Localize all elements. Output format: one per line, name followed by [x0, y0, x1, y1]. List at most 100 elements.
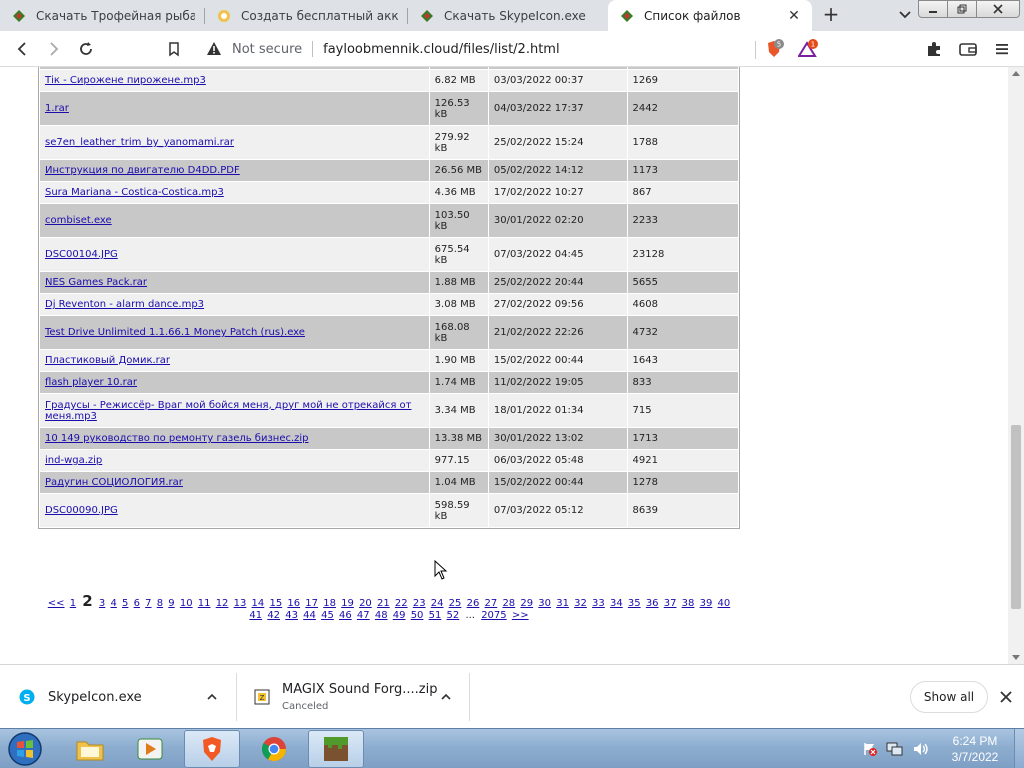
pager-page-link[interactable]: 9	[168, 598, 174, 609]
pager-page-link[interactable]: 33	[592, 598, 605, 609]
taskbar-minecraft[interactable]	[308, 730, 364, 768]
action-center-flag-icon[interactable]	[862, 741, 878, 757]
pager-page-link[interactable]: 18	[323, 598, 336, 609]
file-link[interactable]: 10 149 руководство по ремонту газель биз…	[45, 433, 309, 444]
close-tab-icon[interactable]: ✕	[786, 8, 802, 24]
file-link[interactable]: DSC00090.JPG	[45, 505, 118, 516]
download-item-skypeicon[interactable]: S SkypeIcon.exe	[18, 665, 142, 729]
file-link[interactable]: Градусы - Режиссёр- Враг мой бойся меня,…	[45, 400, 412, 422]
pager-page-link[interactable]: 31	[556, 598, 569, 609]
pager-page-link[interactable]: 22	[395, 598, 408, 609]
tab-file-list[interactable]: Список файлов ✕	[608, 0, 812, 31]
pager-page-link[interactable]: 15	[269, 598, 282, 609]
pager-page-link[interactable]: 52	[447, 610, 460, 621]
pager-page-link[interactable]: 25	[449, 598, 462, 609]
pager-page-link[interactable]: 4	[110, 598, 116, 609]
extensions-puzzle-icon[interactable]	[924, 39, 944, 59]
close-window-button[interactable]	[976, 0, 1020, 18]
close-icon[interactable]	[998, 689, 1014, 705]
chevron-down-icon[interactable]	[896, 6, 914, 24]
scrollbar-thumb[interactable]	[1011, 425, 1021, 609]
brave-shield-icon[interactable]: 5	[764, 39, 784, 59]
taskbar-explorer[interactable]	[62, 730, 118, 768]
pager-page-link[interactable]: 49	[393, 610, 406, 621]
pager-page-link[interactable]: 11	[198, 598, 211, 609]
pager-prev-link[interactable]: <<	[48, 598, 65, 609]
pager-next-link[interactable]: >>	[512, 610, 529, 621]
pager-page-link[interactable]: 40	[718, 598, 731, 609]
scroll-down-icon[interactable]	[1012, 655, 1020, 660]
pager-page-link[interactable]: 45	[321, 610, 334, 621]
new-tab-button[interactable]: +	[820, 4, 842, 26]
chevron-up-icon[interactable]	[207, 692, 217, 702]
chevron-up-icon[interactable]	[441, 692, 451, 702]
pager-page-link[interactable]: 3	[99, 598, 105, 609]
pager-page-link[interactable]: 1	[70, 598, 76, 609]
pager-last-page-link[interactable]: 2075	[481, 610, 506, 621]
pager-page-link[interactable]: 29	[520, 598, 533, 609]
pager-page-link[interactable]: 20	[359, 598, 372, 609]
pager-page-link[interactable]: 23	[413, 598, 426, 609]
restore-button[interactable]	[947, 0, 977, 18]
tab-skypeicon[interactable]: Скачать SkypeIcon.exe	[408, 0, 608, 31]
brave-rewards-icon[interactable]: 1	[798, 39, 818, 59]
pager-page-link[interactable]: 41	[249, 610, 262, 621]
pager-page-link[interactable]: 14	[252, 598, 265, 609]
file-link[interactable]: Test Drive Unlimited 1.1.66.1 Money Patc…	[45, 327, 305, 338]
warning-icon[interactable]	[206, 41, 222, 57]
pager-page-link[interactable]: 28	[502, 598, 515, 609]
pager-page-link[interactable]: 35	[628, 598, 641, 609]
pager-page-link[interactable]: 47	[357, 610, 370, 621]
file-link[interactable]: 1.rar	[45, 103, 69, 114]
pager-page-link[interactable]: 27	[485, 598, 498, 609]
pager-page-link[interactable]: 48	[375, 610, 388, 621]
forward-button[interactable]	[44, 39, 64, 59]
pager-page-link[interactable]: 26	[467, 598, 480, 609]
reload-button[interactable]	[76, 39, 96, 59]
taskbar-brave[interactable]	[184, 730, 240, 768]
file-link[interactable]: flash player 10.rar	[45, 377, 137, 388]
network-icon[interactable]	[886, 741, 904, 757]
wallet-icon[interactable]	[958, 39, 978, 59]
pager-page-link[interactable]: 42	[267, 610, 280, 621]
pager-page-link[interactable]: 16	[287, 598, 300, 609]
url-text[interactable]: fayloobmennik.cloud/files/list/2.html	[323, 42, 559, 57]
pager-page-link[interactable]: 30	[538, 598, 551, 609]
pager-page-link[interactable]: 5	[122, 598, 128, 609]
start-button-icon[interactable]	[4, 730, 46, 768]
volume-icon[interactable]	[912, 741, 930, 757]
pager-page-link[interactable]: 37	[664, 598, 677, 609]
download-item-magix[interactable]: Z MAGIX Sound Forg....zip Canceled	[254, 665, 437, 729]
scroll-up-icon[interactable]	[1012, 71, 1020, 76]
pager-page-link[interactable]: 51	[429, 610, 442, 621]
file-link[interactable]: Радугин СОЦИОЛОГИЯ.rar	[45, 477, 183, 488]
system-clock[interactable]: 6:24 PM 3/7/2022	[940, 733, 1010, 765]
pager-page-link[interactable]: 8	[157, 598, 163, 609]
tab-trophy-fishing[interactable]: Скачать Трофейная рыбалка	[0, 0, 205, 31]
file-link[interactable]: NES Games Pack.rar	[45, 277, 147, 288]
pager-page-link[interactable]: 46	[339, 610, 352, 621]
menu-icon[interactable]	[992, 39, 1012, 59]
pager-page-link[interactable]: 50	[411, 610, 424, 621]
show-all-button[interactable]: Show all	[910, 681, 988, 713]
file-link[interactable]: ind-wga.zip	[45, 455, 102, 466]
pager-page-link[interactable]: 24	[431, 598, 444, 609]
back-button[interactable]	[12, 39, 32, 59]
pager-page-link[interactable]: 19	[341, 598, 354, 609]
pager-page-link[interactable]: 44	[303, 610, 316, 621]
pager-page-link[interactable]: 13	[234, 598, 247, 609]
pager-page-link[interactable]: 36	[646, 598, 659, 609]
pager-page-link[interactable]: 6	[134, 598, 140, 609]
pager-page-link[interactable]: 34	[610, 598, 623, 609]
pager-page-link[interactable]: 17	[305, 598, 318, 609]
tab-create-account[interactable]: Создать бесплатный аккаунт	[205, 0, 408, 31]
address-bar[interactable]: Not secure fayloobmennik.cloud/files/lis…	[196, 36, 756, 62]
file-link[interactable]: combiset.exe	[45, 215, 112, 226]
pager-page-link[interactable]: 7	[145, 598, 151, 609]
pager-page-link[interactable]: 12	[216, 598, 229, 609]
file-link[interactable]: Тік - Сирожене пирожене.mp3	[45, 75, 206, 86]
file-link[interactable]: se7en_leather_trim_by_yanomami.rar	[45, 137, 234, 148]
security-label[interactable]: Not secure	[232, 42, 302, 57]
vertical-scrollbar[interactable]	[1008, 67, 1024, 664]
file-link[interactable]: Sura Mariana - Costica-Costica.mp3	[45, 187, 224, 198]
